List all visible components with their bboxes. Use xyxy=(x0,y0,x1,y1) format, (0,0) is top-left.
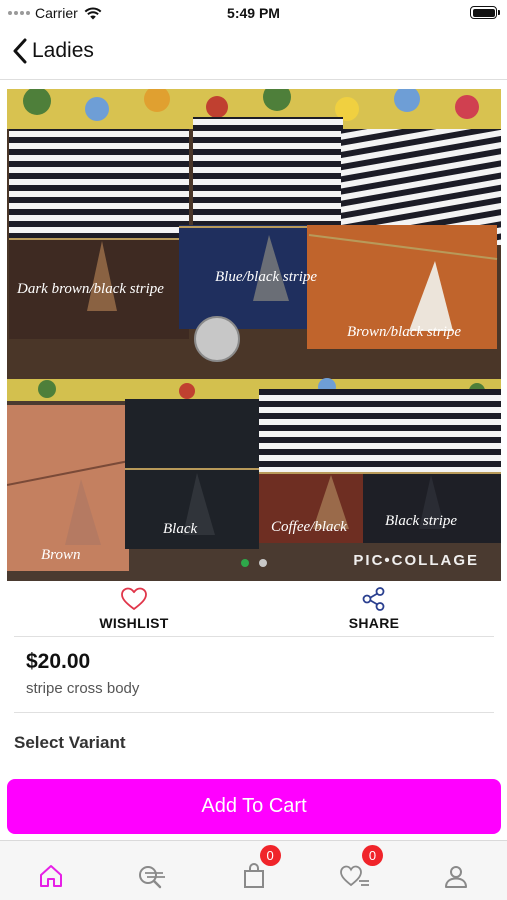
product-price: $20.00 xyxy=(26,650,91,673)
heart-list-icon xyxy=(340,865,369,887)
share-label: SHARE xyxy=(348,615,400,631)
tab-home[interactable] xyxy=(0,841,101,900)
share-button[interactable]: SHARE xyxy=(254,585,494,636)
bottom-tab-bar: 0 0 xyxy=(0,840,507,900)
tab-cart[interactable]: 0 xyxy=(203,841,304,900)
status-bar: Carrier 5:49 PM xyxy=(0,0,507,26)
variant-label: Blue/black stripe xyxy=(215,269,317,285)
wishlist-count-badge: 0 xyxy=(362,845,384,866)
share-icon xyxy=(361,585,387,613)
variant-label: Coffee/black xyxy=(271,519,347,535)
status-time: 5:49 PM xyxy=(227,5,280,21)
product-photo: Dark brown/black stripe Blue/black strip… xyxy=(7,89,501,581)
back-title: Ladies xyxy=(32,39,94,62)
variant-label: Black xyxy=(163,521,197,537)
search-list-icon xyxy=(139,866,166,889)
shopping-bag-icon xyxy=(243,863,264,888)
select-variant-heading: Select Variant xyxy=(14,733,126,752)
add-to-cart-button[interactable]: Add To Cart xyxy=(7,779,501,834)
wishlist-button[interactable]: WISHLIST xyxy=(14,585,254,636)
chevron-left-icon xyxy=(13,38,27,64)
cart-count-badge: 0 xyxy=(259,845,281,866)
tab-wishlist[interactable]: 0 xyxy=(304,841,405,900)
product-info: $20.00 stripe cross body xyxy=(14,640,494,713)
heart-icon xyxy=(120,585,148,613)
battery-icon xyxy=(470,6,500,19)
tab-search[interactable] xyxy=(101,841,202,900)
variant-label: Black stripe xyxy=(385,513,457,529)
image-watermark: PIC•COLLAGE xyxy=(353,552,479,569)
product-image-carousel[interactable]: Dark brown/black stripe Blue/black strip… xyxy=(7,89,501,581)
page-dot[interactable] xyxy=(259,559,267,567)
product-name: stripe cross body xyxy=(26,680,140,697)
user-icon xyxy=(445,866,468,888)
variant-label: Brown/black stripe xyxy=(347,324,461,340)
navigation-bar: Ladies xyxy=(0,26,507,80)
home-icon xyxy=(39,865,62,887)
page-dot-active[interactable] xyxy=(241,559,249,567)
back-button[interactable]: Ladies xyxy=(12,38,94,64)
variant-label: Dark brown/black stripe xyxy=(16,281,164,297)
product-actions: WISHLIST SHARE xyxy=(14,585,494,637)
tab-account[interactable] xyxy=(406,841,507,900)
wishlist-label: WISHLIST xyxy=(99,615,169,631)
